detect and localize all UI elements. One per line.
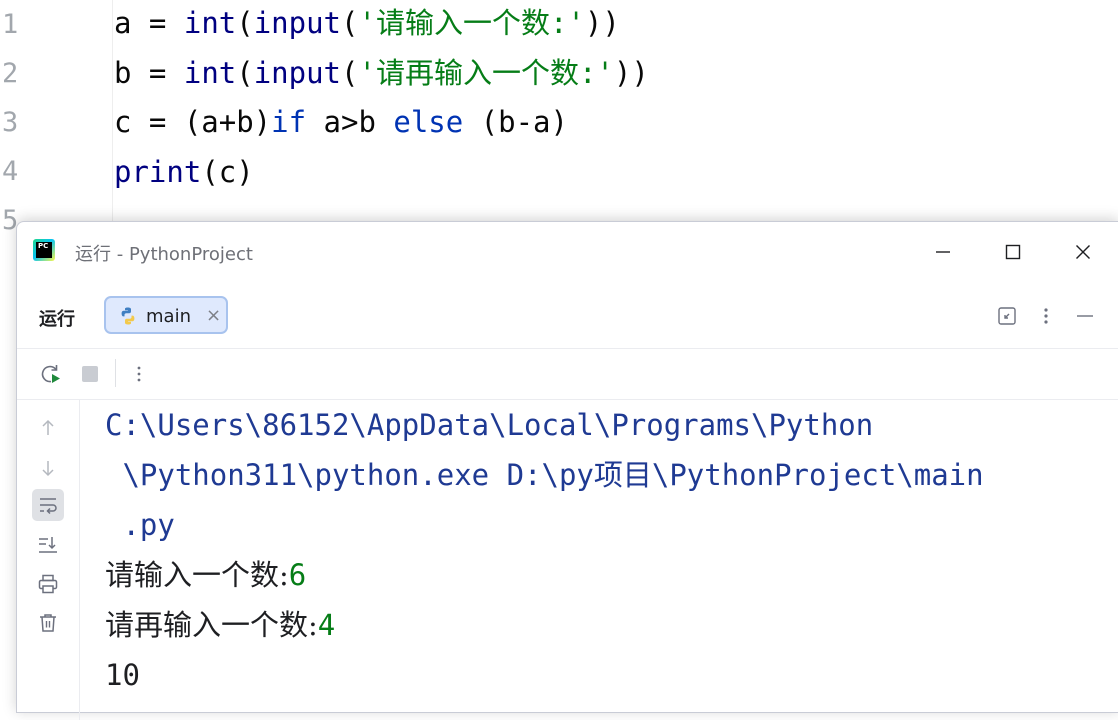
more-vertical-icon xyxy=(1044,308,1048,324)
code-token: = xyxy=(131,6,184,40)
scroll-up-button[interactable] xyxy=(36,416,60,440)
print-icon xyxy=(38,574,58,594)
console-side-toolbar xyxy=(17,400,80,720)
minimize-icon xyxy=(936,251,950,253)
line-number: 3 xyxy=(2,107,19,138)
scroll-up-icon xyxy=(42,419,54,435)
stop-icon xyxy=(82,366,98,382)
print-button[interactable] xyxy=(36,572,60,596)
clear-all-button[interactable] xyxy=(36,611,60,635)
code-line-1[interactable]: a = int(input('请输入一个数:')) xyxy=(114,0,620,48)
run-toolbar xyxy=(17,349,1118,400)
tool-window-label: 运行 xyxy=(39,309,75,330)
code-line-2[interactable]: b = int(input('请再输入一个数:')) xyxy=(114,48,649,98)
indent-guide xyxy=(112,0,113,240)
tab-close-button[interactable]: × xyxy=(206,305,221,326)
soft-wrap-icon xyxy=(40,498,57,515)
line-number: 4 xyxy=(2,156,19,187)
toolbar-more-button[interactable] xyxy=(127,362,151,386)
code-token: )) xyxy=(613,56,649,90)
code-token: c = (a+b) xyxy=(114,105,272,139)
rerun-icon xyxy=(41,365,60,383)
tab-main[interactable]: main × xyxy=(104,296,228,334)
line-number: 1 xyxy=(2,9,19,40)
code-token-builtin: print xyxy=(114,155,202,189)
code-token: ( xyxy=(341,6,359,40)
code-token: (b-a) xyxy=(463,105,568,139)
code-line-3[interactable]: c = (a+b)if a>b else (b-a) xyxy=(114,97,568,147)
code-token: ( xyxy=(236,56,254,90)
console-prompt-line: 请输入一个数:6 xyxy=(105,550,306,600)
soft-wrap-button[interactable] xyxy=(32,489,64,521)
tab-label: main xyxy=(146,306,191,327)
rerun-button[interactable] xyxy=(39,362,63,386)
scroll-to-end-icon xyxy=(39,537,57,553)
code-token: ( xyxy=(236,6,254,40)
code-token: b xyxy=(114,56,132,90)
code-line-4[interactable]: print(c) xyxy=(114,147,254,197)
trash-icon xyxy=(40,614,56,632)
code-token-keyword: else xyxy=(393,105,464,139)
code-token-string: '请输入一个数:' xyxy=(358,6,585,40)
code-token: a>b xyxy=(306,105,394,139)
options-button[interactable] xyxy=(1034,304,1058,328)
python-icon xyxy=(121,307,135,325)
minimize-button[interactable] xyxy=(923,232,963,272)
stop-button[interactable] xyxy=(78,362,102,386)
hide-button[interactable] xyxy=(1073,304,1097,328)
toolbar-separator xyxy=(115,359,116,387)
window-titlebar[interactable]: PC 运行 - PythonProject xyxy=(17,222,1118,280)
pycharm-icon: PC xyxy=(33,239,55,261)
code-token: )) xyxy=(584,6,620,40)
restore-layout-button[interactable] xyxy=(995,304,1019,328)
console-command-line: .py xyxy=(105,508,175,542)
console-command-line: \Python311\python.exe D:\py项目\PythonProj… xyxy=(105,458,984,492)
code-token-builtin: int xyxy=(183,6,237,40)
scroll-to-end-button[interactable] xyxy=(36,533,60,557)
hide-icon xyxy=(1077,315,1093,317)
tool-window-header: 运行 main × xyxy=(17,280,1118,349)
console-prompt: 请再输入一个数: xyxy=(105,608,318,642)
line-number: 2 xyxy=(2,58,19,89)
console-result: 10 xyxy=(105,658,140,692)
close-icon xyxy=(1076,245,1090,259)
code-token-string: '请再输入一个数:' xyxy=(358,56,614,90)
window-title: 运行 - PythonProject xyxy=(75,244,253,265)
code-token-builtin: input xyxy=(253,6,342,40)
console-prompt: 请输入一个数: xyxy=(105,558,289,592)
scroll-down-button[interactable] xyxy=(36,456,60,480)
code-token: = xyxy=(131,56,184,90)
console-user-input: 4 xyxy=(317,608,336,642)
code-token-builtin: input xyxy=(253,56,342,90)
close-button[interactable] xyxy=(1063,232,1103,272)
code-token: (c) xyxy=(201,155,254,189)
more-vertical-icon xyxy=(137,366,141,382)
run-tool-window: PC 运行 - PythonProject 运行 main × C:\Users… xyxy=(16,221,1118,720)
code-token-keyword: if xyxy=(271,105,307,139)
console-user-input: 6 xyxy=(288,558,307,592)
code-editor[interactable]: 1 2 3 4 5 a = int(input('请输入一个数:')) b = … xyxy=(0,0,1118,240)
maximize-button[interactable] xyxy=(993,232,1033,272)
code-token-builtin: int xyxy=(183,56,237,90)
code-token: ( xyxy=(341,56,359,90)
scroll-down-icon xyxy=(42,461,54,477)
console-command-line: C:\Users\86152\AppData\Local\Programs\Py… xyxy=(105,408,874,442)
code-token: a xyxy=(114,6,132,40)
console-prompt-line: 请再输入一个数:4 xyxy=(105,600,335,650)
restore-layout-icon xyxy=(998,307,1016,325)
maximize-icon xyxy=(1005,244,1021,260)
